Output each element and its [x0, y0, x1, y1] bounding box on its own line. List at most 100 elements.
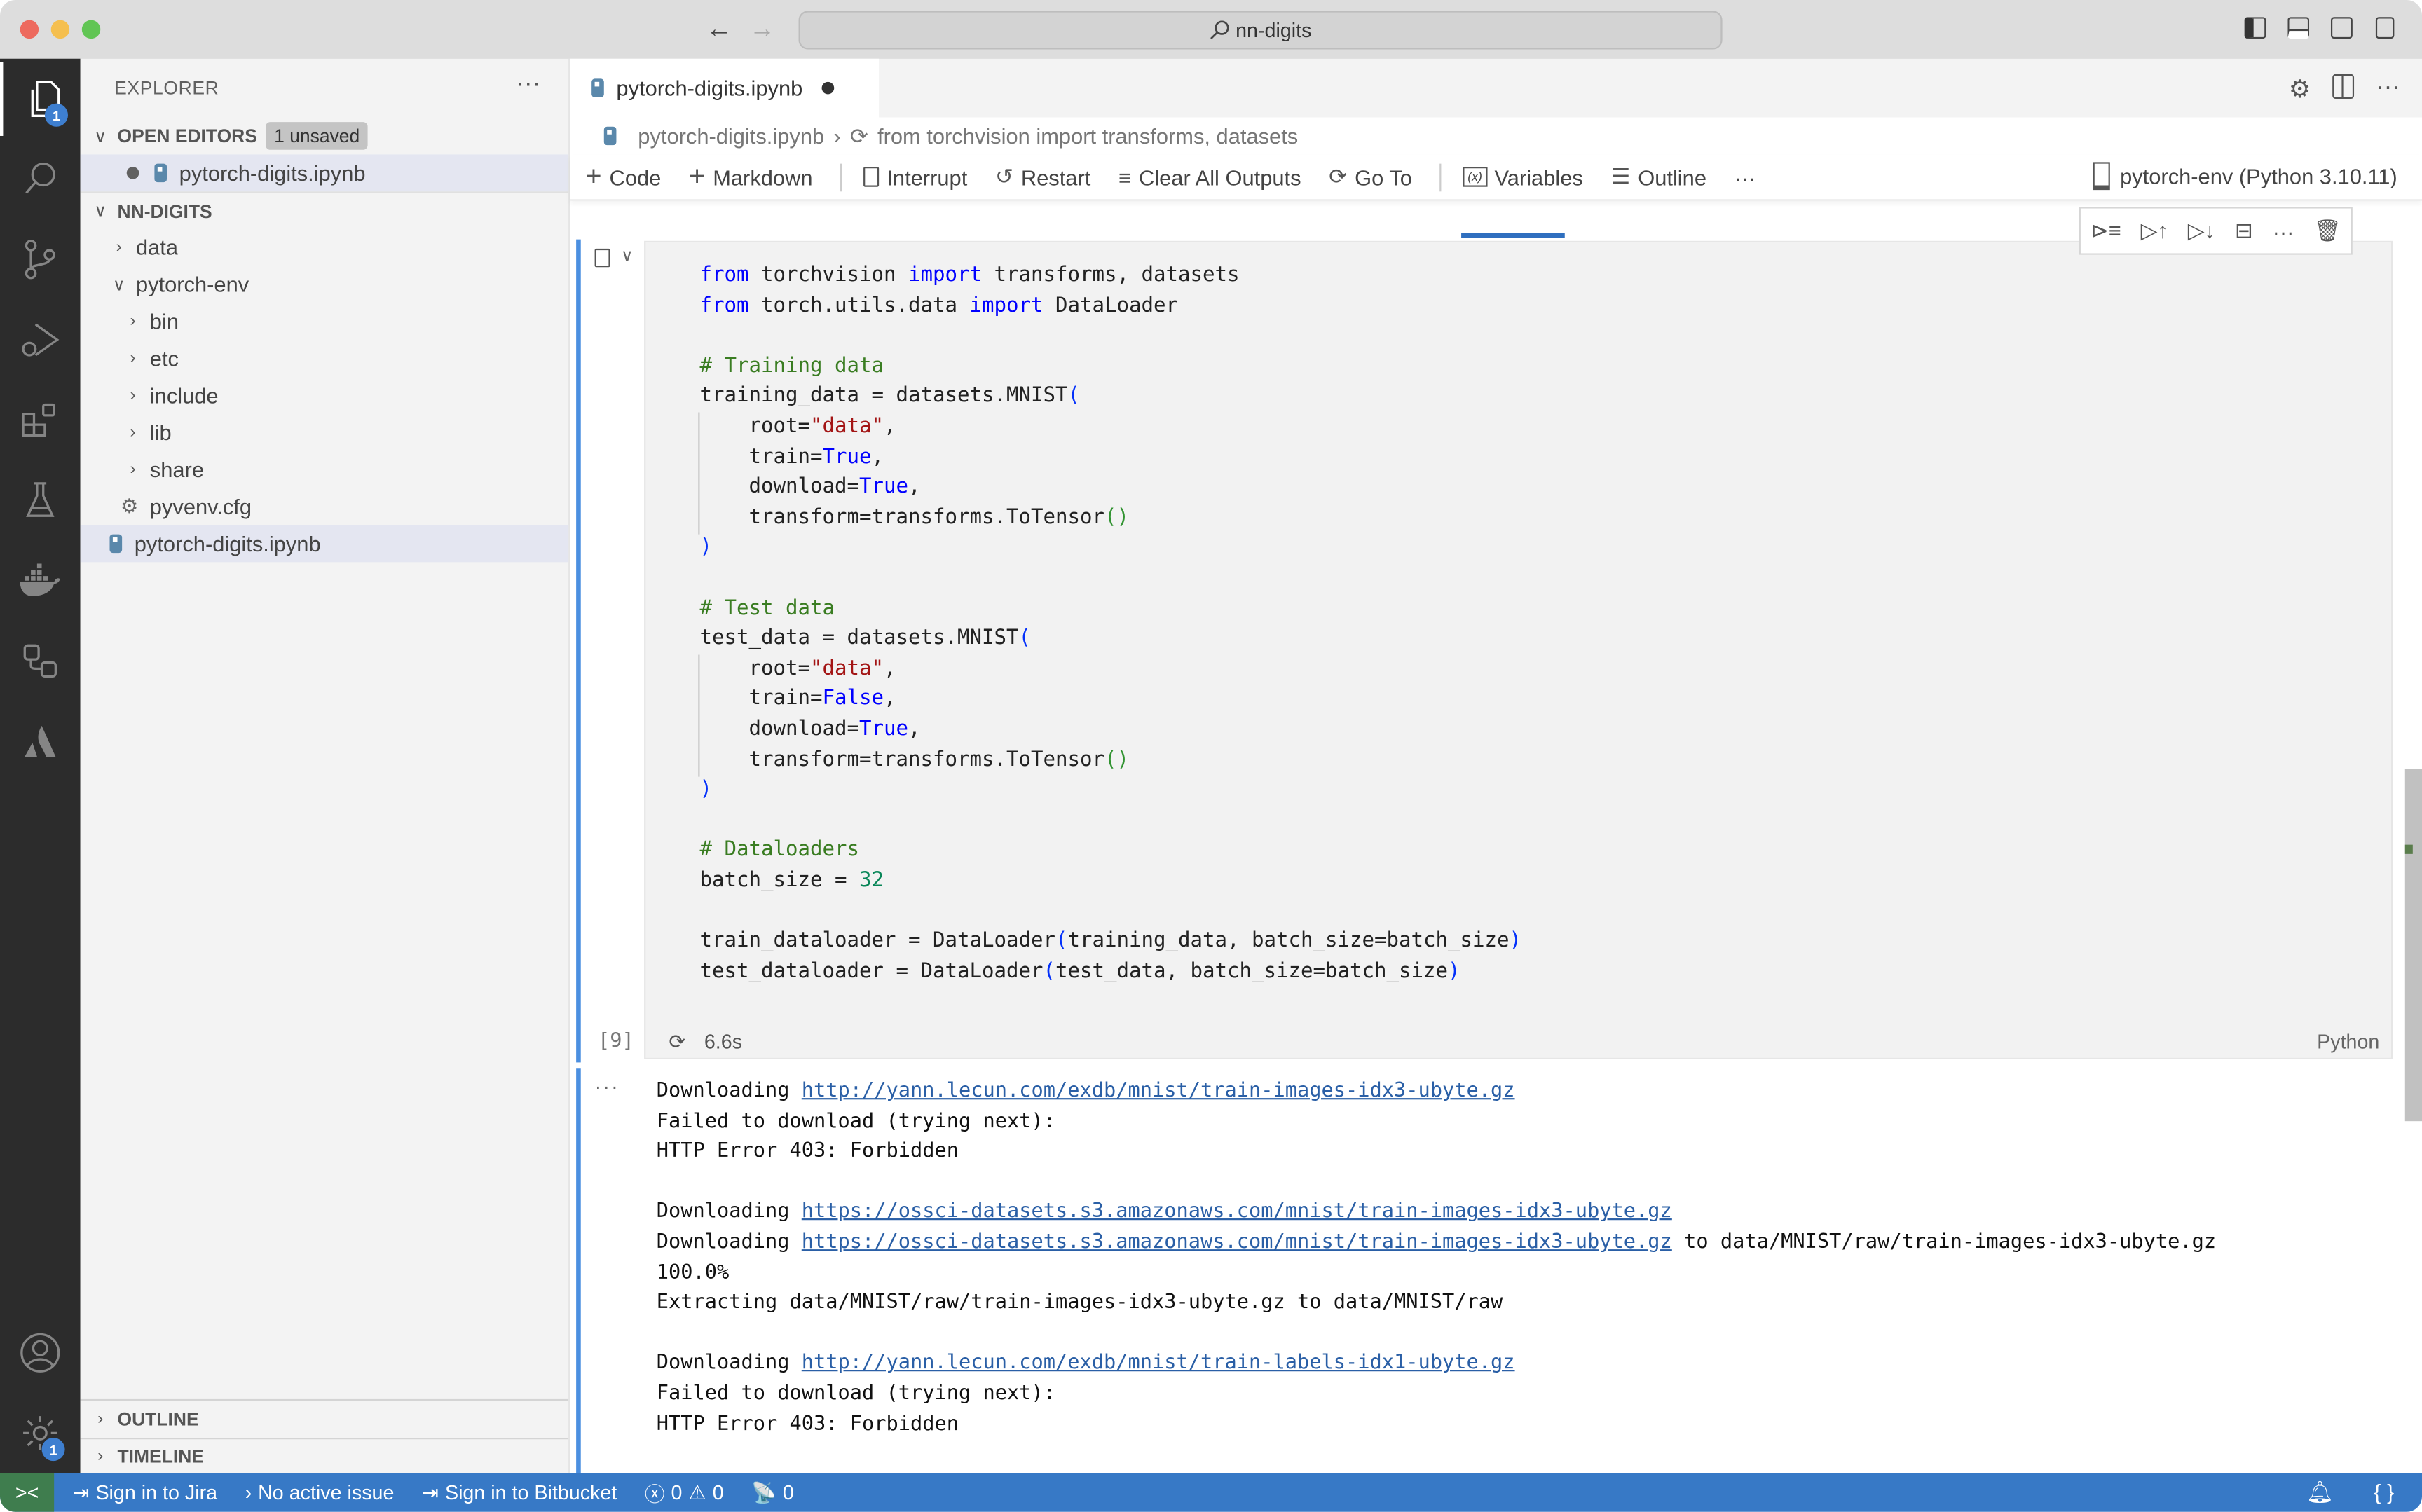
output-link[interactable]: http://yann.lecun.com/exdb/mnist/train-i… — [802, 1080, 1515, 1103]
code-line[interactable]: train_dataloader = DataLoader(training_d… — [699, 927, 1521, 957]
collapse-chevron-icon[interactable]: ∨ — [621, 245, 634, 266]
jira-sign-in[interactable]: ⇥ Sign in to Jira — [73, 1480, 217, 1505]
close-window-button[interactable] — [20, 20, 39, 39]
tree-item-file[interactable]: pytorch-digits.ipynb — [80, 525, 569, 563]
code-line[interactable]: transform=transforms.ToTensor() — [699, 745, 1521, 775]
code-line[interactable] — [699, 896, 1521, 926]
workspace-section-header[interactable]: ∨ NN-DIGITS — [80, 191, 569, 228]
tree-item-folder[interactable]: › data — [81, 228, 568, 266]
code-line[interactable]: train=False, — [699, 685, 1521, 715]
code-line[interactable]: transform=transforms.ToTensor() — [699, 503, 1521, 533]
tree-item-file[interactable]: ⚙ pyvenv.cfg — [81, 488, 568, 525]
activity-atlassian[interactable] — [0, 704, 81, 778]
activity-source-control[interactable] — [0, 222, 81, 296]
tree-item-folder[interactable]: › etc — [81, 340, 568, 377]
execute-above-icon[interactable]: ▷↑ — [2141, 218, 2168, 244]
unsaved-dot-icon[interactable] — [821, 81, 834, 95]
kernel-picker[interactable]: pytorch-env (Python 3.10.11) — [2093, 162, 2397, 191]
breadcrumb-file[interactable]: pytorch-digits.ipynb — [638, 123, 824, 148]
remote-indicator[interactable]: >< — [0, 1473, 55, 1512]
toggle-primary-sidebar-icon[interactable] — [2244, 17, 2266, 39]
code-line[interactable] — [699, 322, 1521, 352]
restart-button[interactable]: ↺ Restart — [995, 164, 1090, 190]
activity-search[interactable] — [0, 142, 81, 217]
gear-icon[interactable]: ⚙ — [2289, 74, 2311, 105]
back-arrow-icon[interactable]: ← — [706, 14, 732, 45]
code-line[interactable]: from torch.utils.data import DataLoader — [699, 291, 1521, 322]
output-more-actions-icon[interactable]: ··· — [595, 1075, 620, 1098]
code-line[interactable]: from torchvision import transforms, data… — [699, 261, 1521, 291]
output-link[interactable]: https://ossci-datasets.s3.amazonaws.com/… — [802, 1231, 1672, 1254]
problems-indicator[interactable]: ⓧ 0 ⚠ 0 — [645, 1478, 724, 1507]
activity-docker[interactable] — [0, 544, 81, 618]
language-braces-icon[interactable]: { } — [2374, 1480, 2394, 1506]
interrupt-button[interactable]: Interrupt — [863, 165, 967, 189]
code-line[interactable]: test_dataloader = DataLoader(test_data, … — [699, 957, 1521, 987]
variables-button[interactable]: (x) Variables — [1463, 165, 1583, 189]
outline-button[interactable]: ☰ Outline — [1610, 164, 1706, 190]
code-line[interactable]: # Training data — [699, 352, 1521, 382]
open-editors-section-header[interactable]: ∨ OPEN EDITORS 1 unsaved — [81, 118, 568, 155]
tree-item-folder[interactable]: › share — [81, 451, 568, 488]
tab-pytorch-digits[interactable]: pytorch-digits.ipynb — [570, 58, 880, 118]
code-line[interactable]: root="data", — [699, 654, 1521, 685]
output-link[interactable]: https://ossci-datasets.s3.amazonaws.com/… — [802, 1200, 1672, 1223]
split-editor-icon[interactable] — [2332, 74, 2355, 99]
editor-scrollbar[interactable] — [2404, 769, 2422, 1122]
toggle-secondary-sidebar-icon[interactable] — [2330, 17, 2353, 39]
activity-remote-explorer[interactable] — [0, 624, 81, 698]
run-by-line-icon[interactable]: ⊳≡ — [2091, 218, 2121, 244]
minimize-window-button[interactable] — [50, 20, 70, 39]
bitbucket-sign-in[interactable]: ⇥ Sign in to Bitbucket — [422, 1480, 617, 1505]
cell-language[interactable]: Python — [2317, 1030, 2379, 1053]
activity-extensions[interactable] — [0, 383, 81, 458]
notifications-bell-icon[interactable]: 🔔︎ — [2306, 1480, 2334, 1506]
code-line[interactable]: ) — [699, 533, 1521, 563]
code-line[interactable]: ) — [699, 776, 1521, 806]
breadcrumb-symbol[interactable]: from torchvision import transforms, data… — [877, 123, 1298, 148]
split-cell-icon[interactable]: ⊟ — [2235, 218, 2253, 244]
code-line[interactable]: train=True, — [699, 443, 1521, 473]
more-actions-icon[interactable]: ··· — [2376, 74, 2400, 105]
code-line[interactable]: batch_size = 32 — [699, 866, 1521, 896]
delete-cell-trash-icon[interactable]: 🗑 — [2313, 218, 2341, 244]
cell-more-icon[interactable]: ··· — [2273, 219, 2294, 243]
activity-testing[interactable] — [0, 463, 81, 537]
tree-item-folder[interactable]: › bin — [81, 303, 568, 340]
code-line[interactable]: root="data", — [699, 412, 1521, 442]
activity-explorer[interactable]: 1 — [0, 62, 83, 136]
open-editor-item[interactable]: pytorch-digits.ipynb — [80, 154, 569, 192]
add-code-cell-button[interactable]: + Code — [585, 160, 661, 193]
maximize-window-button[interactable] — [81, 20, 101, 39]
output-link[interactable]: http://yann.lecun.com/exdb/mnist/train-l… — [802, 1352, 1515, 1375]
add-markdown-cell-button[interactable]: + Markdown — [689, 160, 813, 193]
code-line[interactable]: test_data = datasets.MNIST( — [699, 624, 1521, 654]
code-cell-editor[interactable]: from torchvision import transforms, data… — [644, 240, 2393, 1060]
tree-item-folder[interactable]: › include — [81, 377, 568, 414]
toolbar-more-button[interactable]: ··· — [1735, 165, 1756, 189]
outline-section-header[interactable]: › OUTLINE — [81, 1401, 568, 1438]
timeline-section-header[interactable]: › TIMELINE — [81, 1438, 568, 1475]
active-issue[interactable]: › No active issue — [245, 1481, 395, 1504]
code-line[interactable]: download=True, — [699, 715, 1521, 745]
execute-below-icon[interactable]: ▷↓ — [2188, 218, 2215, 244]
customize-layout-icon[interactable] — [2375, 17, 2395, 39]
code-line[interactable]: training_data = datasets.MNIST( — [699, 382, 1521, 412]
code-line[interactable] — [699, 563, 1521, 593]
tree-item-folder[interactable]: › lib — [81, 414, 568, 451]
code-line[interactable]: # Test data — [699, 594, 1521, 624]
activity-manage[interactable]: 1 — [0, 1396, 81, 1471]
execute-cell-icon[interactable] — [594, 248, 610, 268]
toggle-panel-icon[interactable] — [2287, 17, 2310, 39]
clear-all-outputs-button[interactable]: ≡ Clear All Outputs — [1118, 165, 1301, 189]
code-content[interactable]: from torchvision import transforms, data… — [699, 261, 1521, 987]
go-to-button[interactable]: ⟳ Go To — [1329, 164, 1412, 190]
code-line[interactable] — [699, 806, 1521, 836]
explorer-more-actions-icon[interactable]: ··· — [516, 71, 540, 99]
tree-item-folder[interactable]: ∨ pytorch-env — [81, 266, 568, 303]
activity-run-debug[interactable] — [0, 303, 81, 377]
command-center-search[interactable]: nn-digits — [798, 11, 1723, 50]
code-line[interactable]: download=True, — [699, 473, 1521, 503]
activity-accounts[interactable] — [0, 1316, 81, 1390]
ports-indicator[interactable]: 📡 0 — [751, 1480, 793, 1505]
